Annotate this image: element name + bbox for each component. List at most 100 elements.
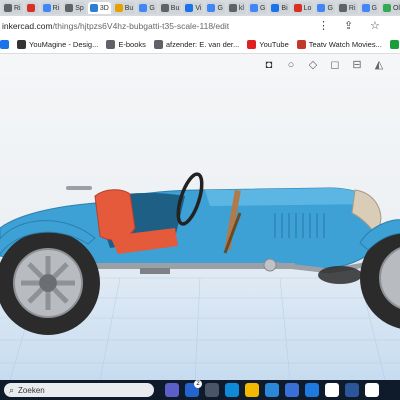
bookmark-item[interactable]: YouMagine - Desig...: [17, 40, 98, 49]
bookmark-item[interactable]: afzender: E. van der...: [153, 40, 240, 49]
tab-favicon-icon: [139, 4, 148, 12]
tab-label: Sp: [75, 4, 84, 12]
address-bar[interactable]: inkercad.com/things/hjtpzs6V4hz-bubgatti…: [0, 16, 400, 36]
tinkercad-toolbar: ◘ ○ ◇ ◻ ⊟ ◭: [0, 54, 400, 78]
browser-tab[interactable]: G: [247, 2, 268, 14]
edge-icon[interactable]: [225, 383, 239, 397]
tab-label: Lo: [303, 4, 312, 12]
hood: [205, 188, 372, 206]
ungroup-icon[interactable]: ◻: [328, 58, 342, 72]
bookmark-label: afzender: E. van der...: [165, 40, 240, 49]
bookmark-star-icon[interactable]: ☆: [370, 19, 380, 32]
browser-tab[interactable]: Bu: [158, 2, 182, 14]
browser-tab[interactable]: Ri: [2, 2, 23, 14]
tab-favicon-icon: [361, 4, 370, 12]
kpn-icon: [389, 40, 399, 49]
browser-tab[interactable]: Bi: [269, 2, 290, 14]
driver-seat[interactable]: [94, 189, 136, 241]
browser-tab[interactable]: Ri: [40, 2, 62, 14]
tab-favicon-icon: [228, 4, 237, 12]
browser-tab[interactable]: 3D: [87, 2, 111, 14]
browser-tab[interactable]: Ri: [336, 2, 358, 14]
bookmark-label: Teatv Watch Movies...: [308, 40, 382, 49]
tab-favicon-icon: [249, 4, 258, 12]
cloud-icon: [0, 40, 9, 49]
chrome-icon[interactable]: [325, 383, 339, 397]
taskbar: ⌕ Zoeken 2: [0, 380, 400, 400]
tab-label: kl: [238, 4, 244, 12]
rear-wheel[interactable]: [0, 231, 100, 335]
tab-label: Vi: [195, 4, 202, 12]
browser-tab[interactable]: Ol: [380, 2, 400, 14]
store-icon[interactable]: [285, 383, 299, 397]
browser-tab[interactable]: Sp: [63, 2, 86, 14]
page-icon: [153, 40, 163, 49]
ccleaner-icon[interactable]: [305, 383, 319, 397]
browser-tab[interactable]: Bu: [112, 2, 136, 14]
bookmark-item[interactable]: Teatv Watch Movies...: [296, 40, 382, 49]
browser-tab[interactable]: Vi: [183, 2, 204, 14]
light-bulb-icon[interactable]: ○: [284, 58, 298, 72]
tab-label: Ri: [14, 4, 21, 12]
search-placeholder: Zoeken: [18, 385, 45, 395]
align-icon[interactable]: ⊟: [350, 58, 364, 72]
photos-icon[interactable]: [265, 383, 279, 397]
tab-favicon-icon: [160, 4, 169, 12]
file-explorer-icon[interactable]: [245, 383, 259, 397]
notification-badge: 2: [194, 380, 202, 388]
bugatti-car-model[interactable]: [0, 78, 400, 380]
bookmark-item[interactable]: E-books: [106, 40, 146, 49]
note-icon[interactable]: ◘: [262, 58, 276, 72]
tab-label: G: [149, 4, 155, 12]
browser-tab[interactable]: kl: [226, 2, 246, 14]
tab-label: Ri: [52, 4, 60, 12]
browser-tab[interactable]: G: [315, 2, 335, 14]
tab-label: Bu: [124, 4, 134, 12]
3d-viewport[interactable]: [0, 78, 400, 380]
browser-tab[interactable]: G: [137, 2, 157, 14]
tab-label: Bi: [281, 4, 288, 12]
bookmark-item[interactable]: [0, 40, 9, 49]
taskbar-search[interactable]: ⌕ Zoeken: [4, 383, 154, 397]
tab-label: G: [371, 4, 377, 12]
tab-label: Ri: [348, 4, 356, 12]
extensions-icon[interactable]: ⋮: [318, 19, 329, 32]
tab-label: Ol: [392, 4, 400, 12]
group-icon[interactable]: ◇: [306, 58, 320, 72]
bookmark-label: YouTube: [259, 40, 289, 49]
settings-icon[interactable]: [205, 383, 219, 397]
bookmark-label: YouMagine - Desig...: [29, 40, 99, 49]
tab-label: G: [259, 4, 266, 12]
youmagine-icon: [17, 40, 26, 49]
browser-tab-strip: RiRiSp3DBuGBuViGklGBiLoGRiGOlGBiG: [0, 0, 400, 16]
exhaust-pipe: [140, 268, 170, 274]
bookmark-item[interactable]: KPN: [389, 40, 400, 49]
url-text[interactable]: inkercad.com/things/hjtpzs6V4hz-bubgatti…: [2, 21, 229, 31]
share-icon[interactable]: ⇪: [344, 19, 353, 32]
tab-favicon-icon: [114, 4, 123, 12]
browser-tab[interactable]: G: [205, 2, 225, 14]
axle-knob: [263, 258, 277, 272]
tab-favicon-icon: [207, 4, 216, 12]
search-icon: ⌕: [9, 384, 15, 395]
tab-label: G: [217, 4, 223, 12]
mirror-icon[interactable]: ◭: [372, 58, 386, 72]
browser-tab[interactable]: [24, 2, 39, 14]
word-icon[interactable]: [345, 383, 359, 397]
chat-icon[interactable]: 2: [185, 380, 202, 397]
tab-favicon-icon: [293, 4, 302, 12]
url-host: inkercad.com: [2, 21, 53, 31]
tab-favicon-icon: [271, 4, 280, 12]
teatv-icon: [296, 40, 306, 49]
tab-label: Bu: [170, 4, 180, 12]
teams-icon[interactable]: [165, 383, 179, 397]
page-icon: [106, 40, 116, 49]
browser-tab[interactable]: Lo: [291, 2, 314, 14]
far-rear-wheel: [318, 266, 362, 284]
tab-favicon-icon: [65, 4, 74, 12]
microsoft-icon[interactable]: [365, 383, 379, 397]
browser-tab[interactable]: G: [359, 2, 379, 14]
tab-label: 3D: [99, 4, 109, 12]
bookmarks-bar: YouMagine - Desig... E-books afzender: E. …: [0, 36, 400, 54]
bookmark-item[interactable]: YouTube: [247, 40, 289, 49]
